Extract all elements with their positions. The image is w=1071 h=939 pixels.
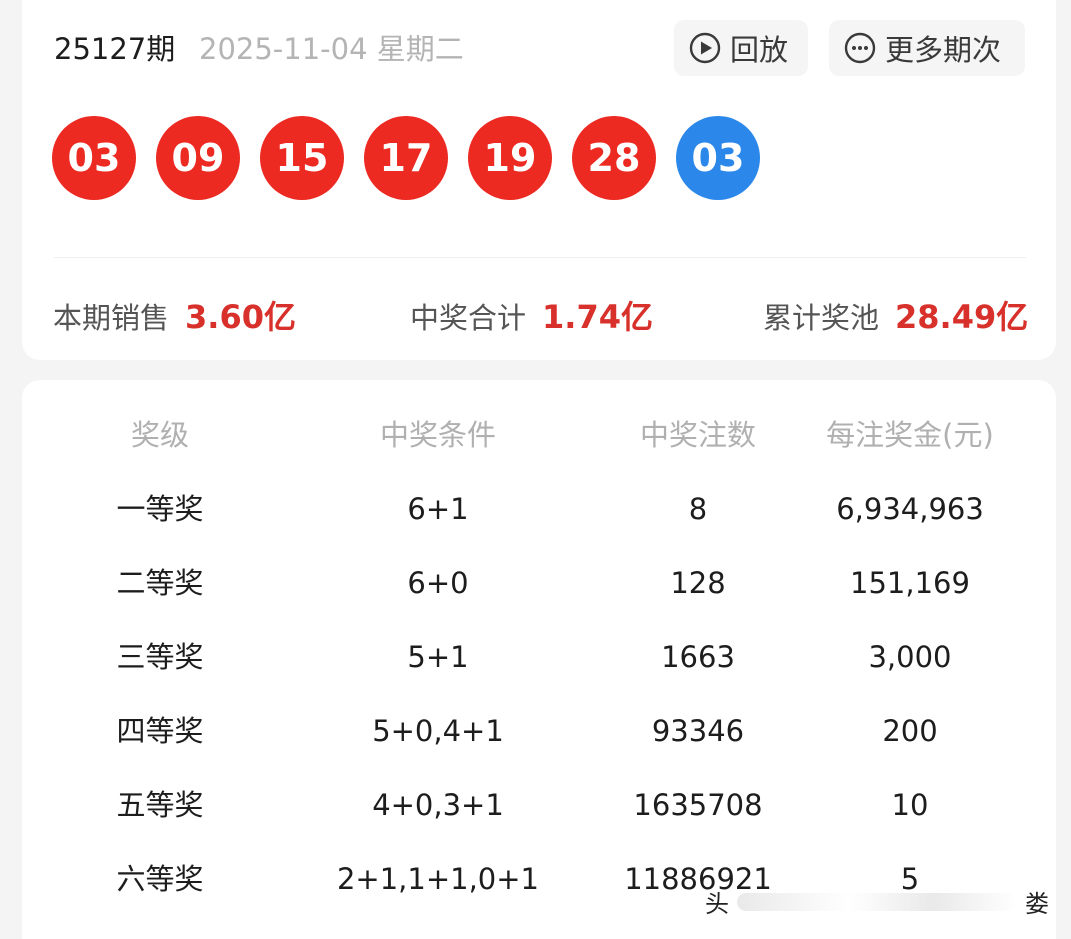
header-prize-amount: 每注奖金(元): [826, 418, 994, 452]
table-row: 五等奖 4+0,3+1 1635708 10: [22, 780, 1056, 830]
winning-numbers: 03 09 15 17 19 28 03: [52, 116, 760, 200]
blue-ball: 03: [676, 116, 760, 200]
table-row: 四等奖 5+0,4+1 93346 200: [22, 706, 1056, 756]
red-ball: 19: [468, 116, 552, 200]
prize-condition: 6+0: [407, 566, 469, 600]
prize-condition: 2+1,1+1,0+1: [336, 862, 540, 896]
pool-stat: 累计奖池 28.49亿: [763, 292, 1028, 338]
more-issues-label: 更多期次: [885, 33, 1002, 67]
divider: [54, 257, 1026, 258]
prize-amount: 10: [891, 788, 929, 822]
watermark-left-glyph: 头: [705, 890, 729, 918]
more-issues-button[interactable]: 更多期次: [829, 20, 1025, 76]
replay-label: 回放: [730, 33, 789, 67]
sales-label: 本期销售: [53, 301, 170, 335]
sales-stat: 本期销售 3.60亿: [53, 292, 296, 338]
replay-button[interactable]: 回放: [674, 20, 808, 76]
prize-level: 一等奖: [116, 492, 204, 526]
winnings-value: 1.74亿: [542, 298, 653, 336]
watermark-right-glyph: 娄: [1025, 890, 1049, 918]
watermark: 头 娄: [705, 884, 1049, 919]
winnings-stat: 中奖合计 1.74亿: [410, 292, 653, 338]
prize-amount: 6,934,963: [836, 492, 984, 526]
prize-level: 二等奖: [116, 566, 204, 600]
watermark-bar: [737, 892, 1017, 911]
prize-level: 六等奖: [116, 862, 204, 896]
draw-summary-card: 25127期 2025-11-04 星期二 回放 更多期次 03 09 15 1…: [22, 0, 1056, 360]
winnings-label: 中奖合计: [410, 301, 527, 335]
pool-value: 28.49亿: [895, 298, 1029, 336]
prize-amount: 151,169: [850, 566, 970, 600]
red-ball: 17: [364, 116, 448, 200]
more-dots-icon: [844, 32, 876, 64]
prize-table-card: 奖级 中奖条件 中奖注数 每注奖金(元) 一等奖 6+1 8 6,934,963…: [22, 380, 1056, 939]
table-header: 奖级 中奖条件 中奖注数 每注奖金(元): [22, 410, 1056, 460]
issue-number: 25127期: [54, 32, 176, 66]
prize-condition: 5+0,4+1: [372, 714, 504, 748]
prize-amount: 3,000: [868, 640, 952, 674]
prize-level: 五等奖: [116, 788, 204, 822]
prize-level: 四等奖: [116, 714, 204, 748]
pool-label: 累计奖池: [763, 301, 880, 335]
prize-condition: 5+1: [407, 640, 469, 674]
prize-condition: 4+0,3+1: [372, 788, 504, 822]
table-row: 一等奖 6+1 8 6,934,963: [22, 484, 1056, 534]
sales-value: 3.60亿: [185, 298, 296, 336]
play-circle-icon: [689, 32, 721, 64]
red-ball: 15: [260, 116, 344, 200]
prize-condition: 6+1: [407, 492, 469, 526]
table-row: 二等奖 6+0 128 151,169: [22, 558, 1056, 608]
header-prize-level: 奖级: [130, 418, 189, 452]
table-row: 三等奖 5+1 1663 3,000: [22, 632, 1056, 682]
red-ball: 03: [52, 116, 136, 200]
prize-level: 三等奖: [116, 640, 204, 674]
draw-date: 2025-11-04 星期二: [199, 32, 464, 66]
red-ball: 28: [572, 116, 656, 200]
red-ball: 09: [156, 116, 240, 200]
header-condition: 中奖条件: [379, 418, 496, 452]
prize-amount: 200: [882, 714, 938, 748]
